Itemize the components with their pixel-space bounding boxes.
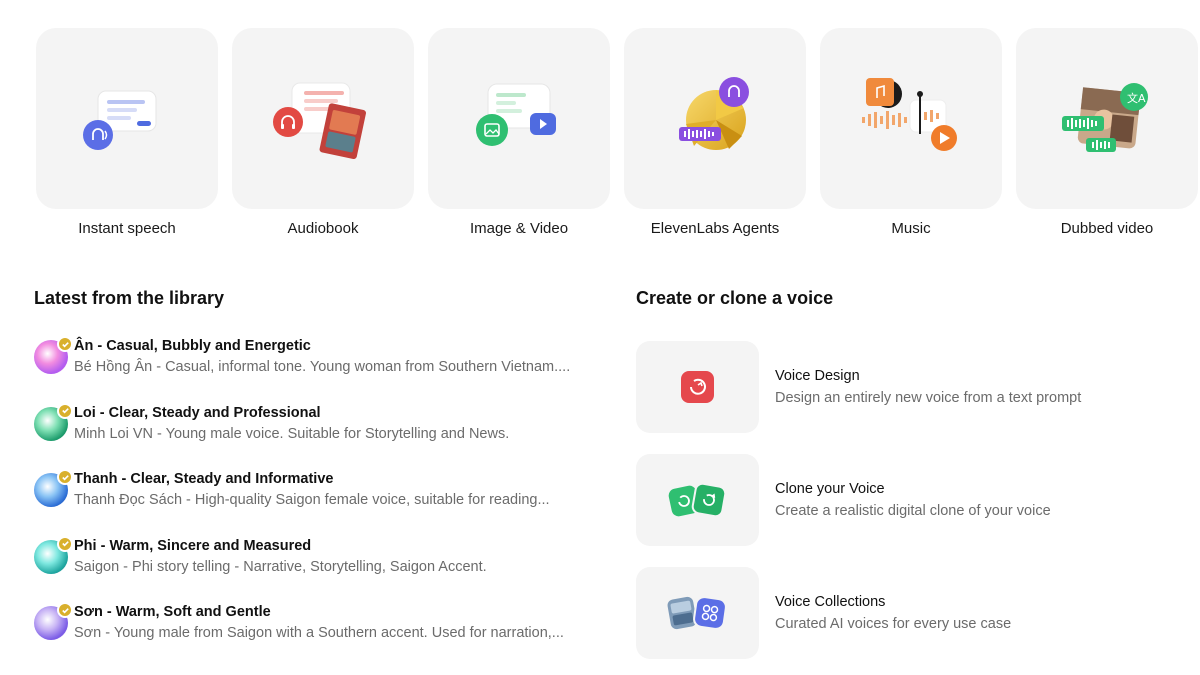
svg-text:文A: 文A [1127,91,1146,105]
library-item-text: Sơn - Warm, Soft and Gentle Sơn - Young … [74,602,594,644]
option-title: Voice Design [775,367,860,384]
feature-card-image-video[interactable]: Image & Video [428,28,610,237]
option-title: Clone your Voice [775,480,885,497]
verified-badge-icon [57,469,73,485]
voice-name: Sơn - Warm, Soft and Gentle [74,604,271,620]
voice-description: Minh Loi VN - Young male voice. Suitable… [74,425,510,442]
feature-card-agents[interactable]: ElevenLabs Agents [624,28,806,237]
dubbed-video-icon: 文A [1062,83,1148,152]
voice-design-icon [681,370,714,403]
library-item-text: Ân - Casual, Bubbly and Energetic Bé Hồn… [74,336,594,378]
avatar-wrapper [34,602,73,640]
verified-badge-icon [57,602,73,618]
feature-card-audiobook[interactable]: Audiobook [232,28,414,237]
audiobook-icon [273,82,366,160]
option-text: Voice Collections Curated AI voices for … [775,591,1011,635]
feature-card-image: 文A [1016,28,1198,209]
option-text: Voice Design Design an entirely new voic… [775,365,1081,409]
agents-icon [679,77,749,150]
avatar-wrapper [34,336,73,374]
verified-badge-icon [57,402,73,419]
feature-card-image [36,28,218,209]
voice-description: Sơn - Young male from Saigon with a Sout… [74,625,564,641]
feature-card-image [820,28,1002,209]
library-list: Ân - Casual, Bubbly and Energetic Bé Hồn… [34,336,594,669]
feature-cards: Instant speech Audiobook Image & Video E… [36,28,1198,237]
feature-card-instant-speech[interactable]: Instant speech [36,28,218,237]
option-description: Curated AI voices for every use case [775,615,1012,632]
library-section-title: Latest from the library [34,288,225,308]
create-clone-list: Voice Design Design an entirely new voic… [636,330,1176,669]
option-text: Clone your Voice Create a realistic digi… [775,478,1051,522]
voice-name: Loi - Clear, Steady and Professional [74,404,321,421]
feature-label: Instant speech [78,220,176,237]
voice-name: Phi - Warm, Sincere and Measured [74,537,312,554]
library-item-text: Phi - Warm, Sincere and Measured Saigon … [74,536,594,578]
feature-label: Music [891,220,931,237]
option-thumbnail [636,340,759,433]
library-item[interactable]: Loi - Clear, Steady and Professional Min… [34,402,594,470]
avatar-wrapper [34,469,73,507]
avatar-wrapper [34,402,73,441]
avatar-wrapper [34,535,73,574]
feature-card-image [428,28,610,209]
option-description: Design an entirely new voice from a text… [775,389,1082,406]
create-section-title: Create or clone a voice [636,288,834,308]
library-item-text: Loi - Clear, Steady and Professional Min… [74,403,594,445]
voice-name: Thanh - Clear, Steady and Informative [74,471,334,487]
feature-card-image [624,28,806,209]
verified-badge-icon [57,336,73,352]
instant-speech-icon [83,90,157,150]
voice-description: Thanh Đọc Sách - High-quality Saigon fem… [74,492,550,508]
voice-collections-icon [667,595,727,630]
feature-label: Image & Video [469,220,569,237]
voice-name: Ân - Casual, Bubbly and Energetic [74,338,311,354]
library-item[interactable]: Thanh - Clear, Steady and Informative Th… [34,469,594,536]
library-item-text: Thanh - Clear, Steady and Informative Th… [74,469,594,511]
music-icon [862,78,957,151]
feature-card-music[interactable]: Music [820,28,1002,237]
feature-card-dubbed-video[interactable]: 文A Dubbed video [1016,28,1198,237]
library-item[interactable]: Phi - Warm, Sincere and Measured Saigon … [34,535,594,603]
option-thumbnail [636,566,759,659]
feature-label: Dubbed video [1060,220,1154,237]
image-video-icon [476,83,556,146]
clone-voice-icon [668,482,727,517]
verified-badge-icon [57,535,73,552]
option-description: Create a realistic digital clone of your… [775,502,1051,519]
library-item[interactable]: Ân - Casual, Bubbly and Energetic Bé Hồn… [34,336,594,403]
feature-card-image [232,28,414,209]
voice-description: Saigon - Phi story telling - Narrative, … [74,558,487,575]
feature-label: ElevenLabs Agents [650,220,780,237]
voice-description: Bé Hồng Ân - Casual, informal tone. Youn… [74,359,571,375]
clone-voice-option[interactable]: Clone your Voice Create a realistic digi… [636,443,1176,556]
voice-design-option[interactable]: Voice Design Design an entirely new voic… [636,330,1176,443]
option-thumbnail [636,453,759,546]
voice-collections-option[interactable]: Voice Collections Curated AI voices for … [636,556,1176,669]
option-title: Voice Collections [775,593,886,610]
library-item[interactable]: Sơn - Warm, Soft and Gentle Sơn - Young … [34,602,594,669]
feature-label: Audiobook [287,220,359,237]
